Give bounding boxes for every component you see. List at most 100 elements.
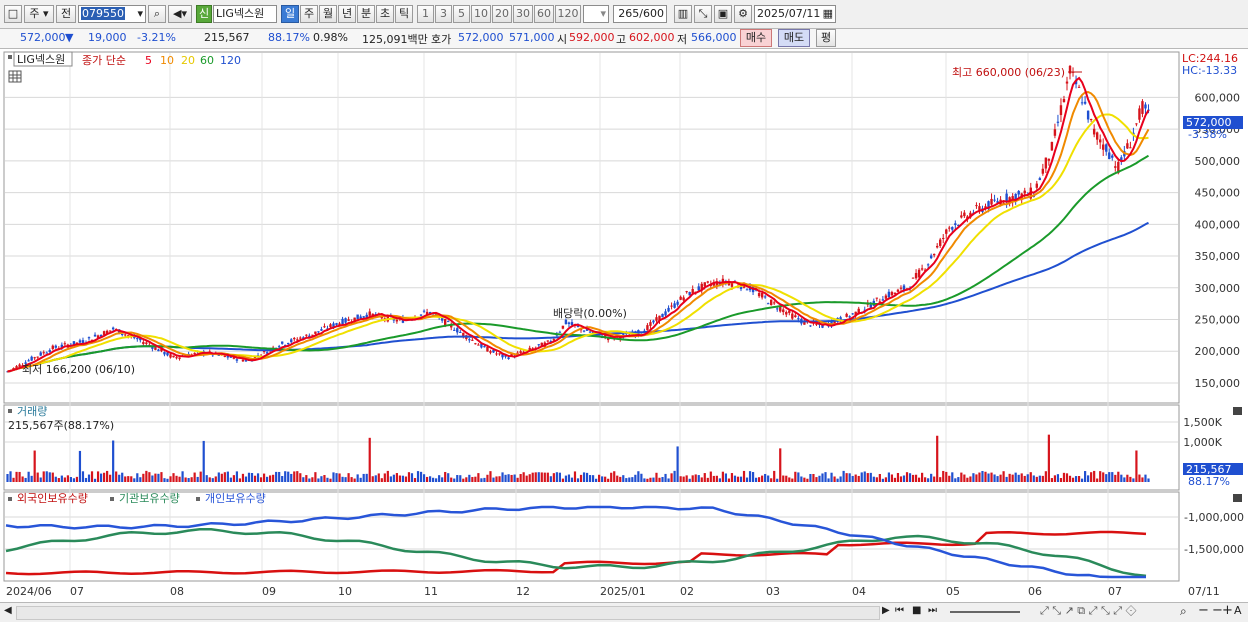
drawing-tools-icons[interactable]: ⤢ ⤡ ↗ ⧉ ⤢ ⤡ ⤢ ⟐ <box>1040 604 1137 618</box>
holding-panel-close-icon[interactable] <box>1233 494 1242 502</box>
candle-body <box>1077 86 1081 88</box>
interval-30-button[interactable]: 30 <box>513 5 533 23</box>
volume-bar <box>323 475 326 482</box>
zoom-in-icon[interactable]: + <box>1222 603 1233 618</box>
first-page-button[interactable]: ⏮ <box>895 605 904 616</box>
auto-scale-icon[interactable]: A <box>1234 604 1242 617</box>
custom-interval-select[interactable]: ▾ <box>583 5 609 23</box>
volume-bar <box>205 475 208 482</box>
zoom-out-icon[interactable]: − <box>1198 603 1209 618</box>
period-day-button[interactable]: 일 <box>281 5 299 23</box>
dividend-annotation: 배당락(0.00%) <box>553 307 627 320</box>
volume-bar <box>951 472 954 482</box>
candle-body <box>942 237 945 239</box>
period-year-button[interactable]: 년 <box>338 5 356 23</box>
interval-60-button[interactable]: 60 <box>534 5 554 23</box>
volume-bar <box>69 477 72 482</box>
volume-bar <box>658 477 661 482</box>
volume-bar <box>350 477 353 482</box>
jeon-button[interactable]: 전 <box>56 5 76 23</box>
period-type-select[interactable]: 주 ▾ <box>24 5 54 23</box>
interval-120-button[interactable]: 120 <box>555 5 581 23</box>
volume-bar <box>921 472 924 482</box>
scroll-left-button[interactable]: ◀ <box>4 605 12 616</box>
candle-body <box>456 328 459 333</box>
volume-bar <box>936 435 939 482</box>
horizontal-scrollbar[interactable] <box>16 606 880 620</box>
volume-bar <box>483 477 486 482</box>
stock-name-field[interactable]: LIG넥스원 <box>213 5 277 23</box>
period-month-button[interactable]: 월 <box>319 5 337 23</box>
zoom-slider[interactable] <box>950 611 1020 613</box>
volume-bar <box>908 473 912 482</box>
candle-body <box>486 346 489 352</box>
scroll-right-button[interactable]: ▶ <box>882 605 890 616</box>
period-second-button[interactable]: 초 <box>376 5 394 23</box>
interval-3-button[interactable]: 3 <box>435 5 452 23</box>
stop-button[interactable]: ■ <box>912 605 921 616</box>
last-page-button[interactable]: ⏭ <box>928 605 937 616</box>
volume-bar <box>848 473 851 482</box>
period-minute-button[interactable]: 분 <box>357 5 375 23</box>
candle-body <box>917 269 921 278</box>
volume-bar <box>39 477 42 482</box>
volume-bar <box>450 477 453 482</box>
sell-button[interactable]: 매도 <box>778 29 810 47</box>
candle-body <box>36 356 39 358</box>
interval-5-button[interactable]: 5 <box>453 5 470 23</box>
interval-10-button[interactable]: 10 <box>471 5 491 23</box>
interval-1-button[interactable]: 1 <box>417 5 434 23</box>
candle-body <box>347 319 350 321</box>
period-tick-button[interactable]: 틱 <box>395 5 413 23</box>
layout-button[interactable]: □ <box>4 5 22 23</box>
buy-button[interactable]: 매수 <box>740 29 772 47</box>
candle-body <box>935 245 939 248</box>
zoom-icon[interactable]: ⌕ <box>1180 604 1187 619</box>
ma120-label: 120 <box>220 54 241 67</box>
candle-type-icon[interactable]: ▥ <box>674 5 692 23</box>
volume-bar <box>534 472 537 482</box>
volume-panel-close-icon[interactable] <box>1233 407 1242 415</box>
chart-area[interactable]: 600,000 550,000 500,000 450,000 400,000 350,0… <box>0 49 1248 602</box>
save-icon[interactable]: ▣ <box>714 5 732 23</box>
volume-bar <box>902 475 906 482</box>
drawing-icon[interactable]: ⤡ <box>694 5 712 23</box>
high-price: 602,000 <box>629 31 675 44</box>
candle-body <box>649 322 652 326</box>
volume-bar <box>893 477 897 482</box>
volume-bar <box>154 473 157 482</box>
count-input[interactable]: 265/600 <box>613 5 667 23</box>
volume-bar <box>21 476 24 482</box>
volume-bar <box>178 476 181 482</box>
volume-bar <box>311 477 314 482</box>
date-input[interactable]: 2025/07/11 ▦ <box>754 5 836 23</box>
eval-button[interactable]: 평 <box>816 29 836 47</box>
candle-body <box>1102 144 1105 150</box>
volume-bar <box>211 478 214 482</box>
candle-body <box>785 311 788 315</box>
code-input[interactable]: 079550 ▾ <box>78 5 146 23</box>
volume-bar <box>284 471 287 482</box>
candle-body <box>561 325 565 329</box>
speaker-icon[interactable]: ◀▾ <box>168 5 192 23</box>
gear-icon[interactable]: ⚙ <box>734 5 752 23</box>
volume-bar <box>247 472 251 482</box>
search-icon[interactable]: ⌕ <box>148 5 166 23</box>
candle-body <box>845 313 848 317</box>
volume-bar <box>223 472 226 482</box>
price-change-pct: -3.21% <box>137 31 176 44</box>
stock-chart[interactable]: 600,000550,000500,000450,000400,000350,0… <box>0 49 1248 602</box>
volume-bar <box>269 475 272 482</box>
interval-20-button[interactable]: 20 <box>492 5 512 23</box>
volume-bar <box>745 477 749 482</box>
candle-body <box>926 264 930 266</box>
price-tick-label: 600,000 <box>1195 91 1241 104</box>
table-icon[interactable] <box>8 70 22 83</box>
volume-bar <box>78 450 82 482</box>
volume-bar <box>253 475 257 482</box>
candle-body <box>447 321 450 323</box>
volume-bar <box>6 474 9 482</box>
period-week-button[interactable]: 주 <box>300 5 318 23</box>
volume-bar <box>133 478 136 482</box>
volume-bar <box>552 473 555 482</box>
